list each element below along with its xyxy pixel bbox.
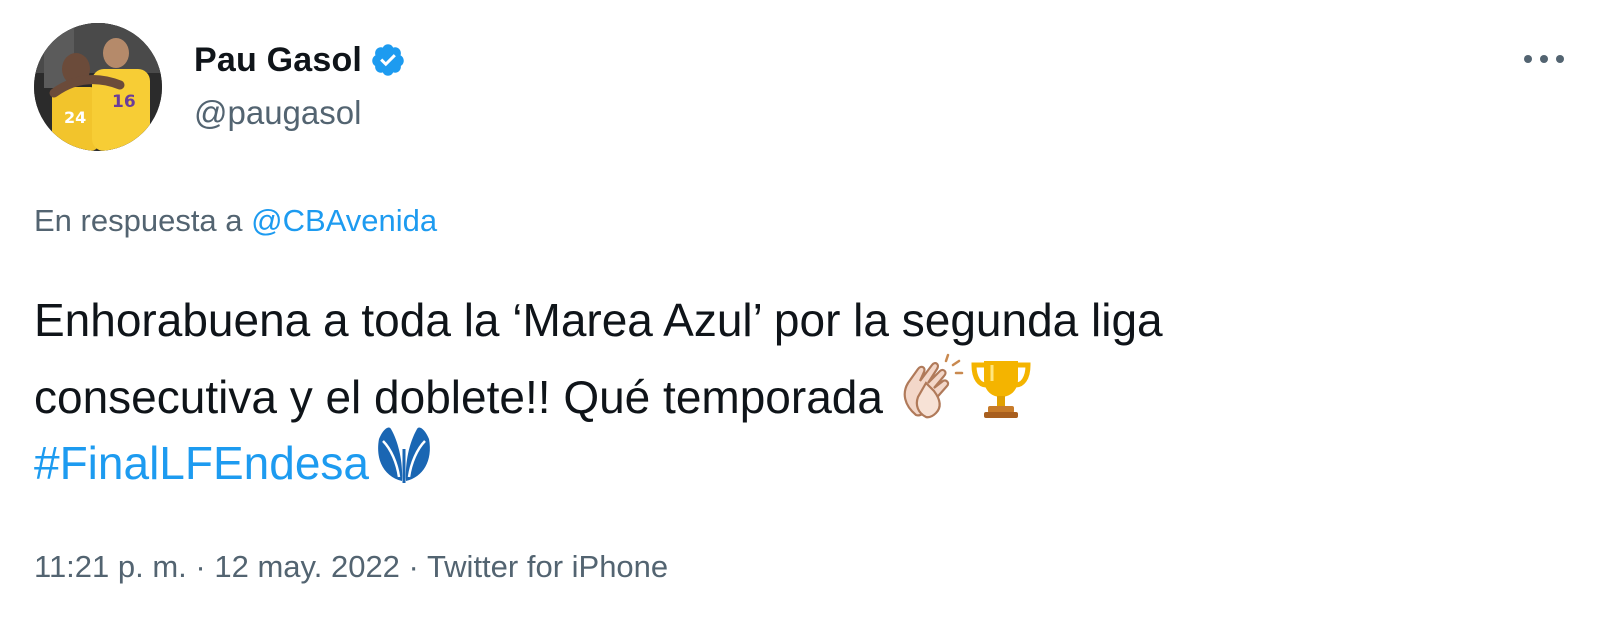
hashtag-link[interactable]: #FinalLFEndesa <box>34 437 369 489</box>
tweet-text-line-3: #FinalLFEndesa <box>34 419 1554 489</box>
more-options-button[interactable] <box>1520 44 1568 74</box>
tweet-text-line-2-text: consecutiva y el doblete!! Qué temporada <box>34 371 883 423</box>
tweet-text-line-2: consecutiva y el doblete!! Qué temporada <box>34 353 1554 423</box>
liga-endesa-logo-icon <box>369 419 439 489</box>
reply-context: En respuesta a @CBAvenida <box>34 203 437 239</box>
display-name[interactable]: Pau Gasol <box>194 41 362 80</box>
timestamp-time[interactable]: 11:21 p. m. <box>34 549 187 584</box>
tweet-text: Enhorabuena a toda la ‘Marea Azul’ por l… <box>34 287 1554 489</box>
clapping-hands-icon <box>896 353 966 423</box>
name-row: Pau Gasol <box>194 38 406 82</box>
trophy-icon <box>966 353 1036 423</box>
avatar[interactable]: 24 16 <box>34 23 162 151</box>
tweet-source[interactable]: Twitter for iPhone <box>427 549 668 584</box>
tweet-meta: 11:21 p. m. · 12 may. 2022 · Twitter for… <box>34 549 668 585</box>
svg-text:16: 16 <box>112 92 136 112</box>
tweet-text-line-1: Enhorabuena a toda la ‘Marea Azul’ por l… <box>34 294 1163 346</box>
timestamp-date[interactable]: 12 may. 2022 <box>214 549 400 584</box>
svg-text:24: 24 <box>64 108 86 127</box>
avatar-photo-icon: 24 16 <box>34 23 162 151</box>
reply-prefix: En respuesta a <box>34 203 243 238</box>
verified-badge-icon <box>370 42 406 78</box>
author-block: Pau Gasol @paugasol <box>194 38 406 132</box>
meta-separator: · <box>408 549 419 584</box>
ellipsis-horizontal-icon <box>1524 55 1564 63</box>
meta-separator: · <box>195 549 206 584</box>
reply-mention-link[interactable]: @CBAvenida <box>251 203 437 238</box>
handle[interactable]: @paugasol <box>194 94 406 132</box>
tweet-card: 24 16 Pau Gasol @paugasol En respuesta a… <box>0 0 1600 621</box>
